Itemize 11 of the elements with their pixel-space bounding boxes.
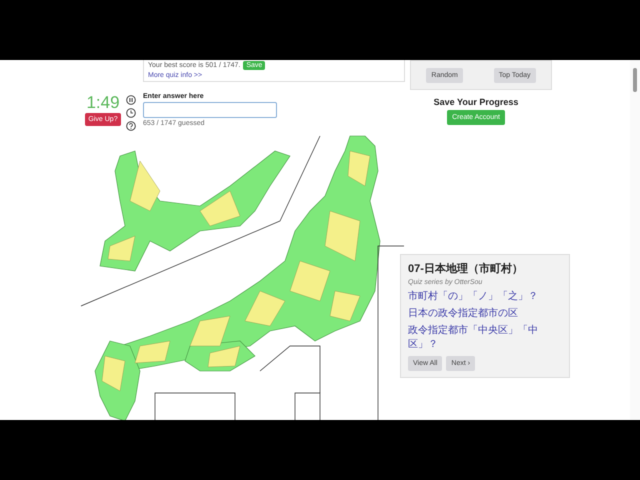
help-icon[interactable] [126,121,136,131]
quiz-link[interactable]: 市町村「の」「ノ」「之」？ [408,289,562,303]
timer: 1:49 [86,93,120,113]
pause-icon[interactable] [126,95,136,105]
scrollbar-thumb[interactable] [633,68,637,92]
quiz-link[interactable]: 日本の政令指定都市の区 [408,306,562,320]
save-progress-title: Save Your Progress [434,97,518,107]
answer-input[interactable] [143,102,277,118]
clock-icon[interactable] [126,108,136,118]
quiz-link[interactable]: 政令指定都市「中央区」「中区」？ [408,323,562,351]
quiz-series-title: 07-日本地理（市町村） [408,262,524,276]
